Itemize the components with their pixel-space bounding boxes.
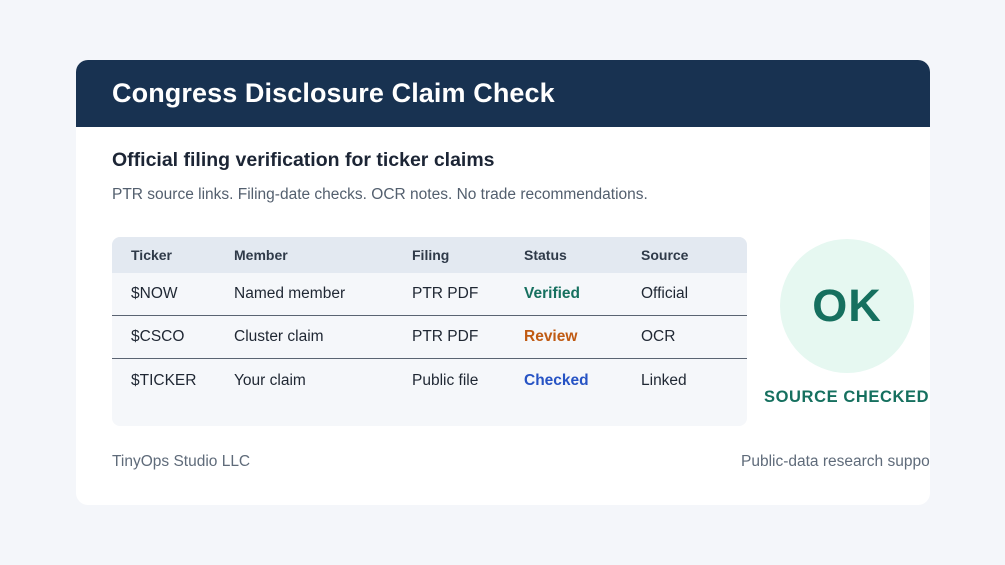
source-cell: Linked xyxy=(641,371,687,389)
column-header-filing: Filing xyxy=(412,247,450,263)
member-cell: Your claim xyxy=(234,371,306,389)
table-row: $CSCO Cluster claim PTR PDF Review OCR xyxy=(112,316,747,359)
section-description: PTR source links. Filing-date checks. OC… xyxy=(112,186,648,203)
status-badge: Review xyxy=(524,328,578,345)
ok-label: OK xyxy=(812,280,882,331)
source-cell: OCR xyxy=(641,328,676,345)
column-header-member: Member xyxy=(234,247,288,263)
card-header: Congress Disclosure Claim Check xyxy=(76,60,930,127)
footer-tagline: Public-data research support xyxy=(741,453,930,470)
source-cell: Official xyxy=(641,285,689,302)
status-badge: Checked xyxy=(524,371,589,389)
table-row: $TICKER Your claim Public file Checked L… xyxy=(112,359,747,402)
column-header-ticker: Ticker xyxy=(131,247,172,263)
ticker-cell: $NOW xyxy=(131,285,178,302)
filing-cell: Public file xyxy=(412,371,479,389)
source-checked-caption: SOURCE CHECKED xyxy=(764,388,930,406)
table-row: $NOW Named member PTR PDF Verified Offic… xyxy=(112,273,747,316)
footer-company: TinyOps Studio LLC xyxy=(112,453,251,470)
claims-table: Ticker Member Filing Status Source $NOW … xyxy=(112,237,747,426)
member-cell: Cluster claim xyxy=(234,328,324,345)
filing-cell: PTR PDF xyxy=(412,285,479,302)
filing-cell: PTR PDF xyxy=(412,328,479,345)
column-header-status: Status xyxy=(524,247,567,263)
claim-check-card: Congress Disclosure Claim Check Official… xyxy=(76,60,930,505)
column-header-source: Source xyxy=(641,247,689,263)
table-header-row: Ticker Member Filing Status Source xyxy=(112,237,747,273)
ok-status-circle: OK xyxy=(780,239,914,373)
member-cell: Named member xyxy=(234,285,346,302)
page-title: Congress Disclosure Claim Check xyxy=(112,78,555,108)
ticker-cell: $CSCO xyxy=(131,328,185,345)
section-subtitle: Official filing verification for ticker … xyxy=(112,149,495,171)
ticker-cell: $TICKER xyxy=(131,371,197,389)
status-badge: Verified xyxy=(524,285,580,302)
